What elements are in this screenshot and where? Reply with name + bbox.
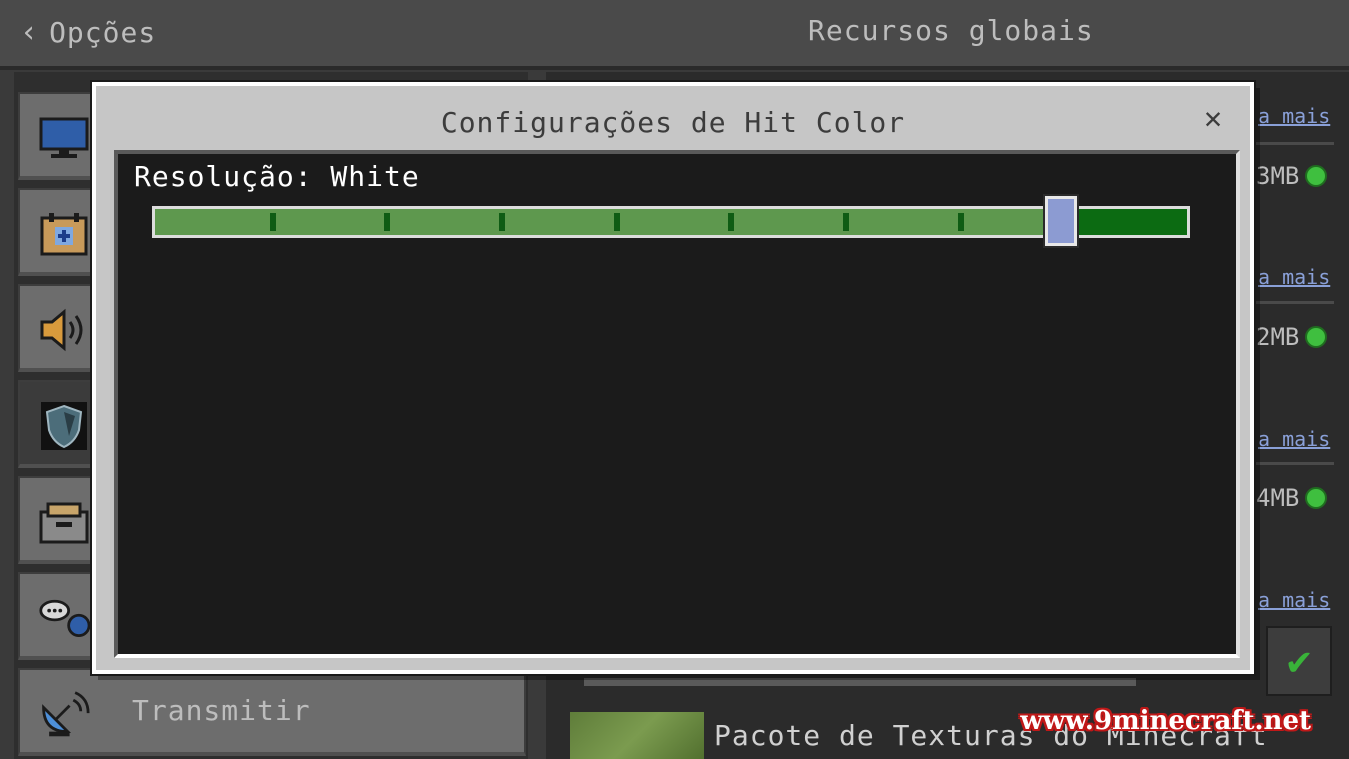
- see-more-link[interactable]: a mais: [1258, 104, 1330, 128]
- speaker-icon: [38, 308, 90, 352]
- slider-tick: [270, 213, 276, 231]
- sidebar-item-broadcast[interactable]: Transmitir: [18, 668, 526, 756]
- calendar-plus-icon: [38, 212, 90, 256]
- dialog-body: Resolução: White: [114, 150, 1240, 658]
- resolution-slider[interactable]: [152, 194, 1190, 248]
- slider-tick: [384, 213, 390, 231]
- chat-globe-icon: [38, 596, 90, 640]
- sidebar-item-label: Transmitir: [132, 694, 311, 727]
- back-button[interactable]: ‹ Opções: [20, 14, 156, 50]
- divider: [1256, 142, 1334, 145]
- status-dot-icon: [1305, 165, 1328, 187]
- slider-tick: [614, 213, 620, 231]
- slider-tick: [843, 213, 849, 231]
- slider-tick: [728, 213, 734, 231]
- slider-tick: [499, 213, 505, 231]
- hit-color-settings-dialog: Configurações de Hit Color ✕ Resolução: …: [92, 82, 1254, 674]
- folder-icon: [38, 500, 90, 544]
- see-more-link[interactable]: a mais: [1258, 427, 1330, 451]
- divider: [1256, 301, 1334, 304]
- pack-size-row: 4MB: [1256, 484, 1328, 512]
- dialog-title: Configurações de Hit Color: [440, 106, 906, 139]
- monitor-icon: [38, 116, 90, 160]
- back-label: Opções: [49, 15, 157, 49]
- pack-size: 3MB: [1256, 162, 1300, 190]
- chevron-left-icon: ‹: [20, 14, 40, 50]
- pack-size-row: 2MB: [1256, 323, 1328, 351]
- pack-active-checkbox[interactable]: ✔: [1266, 626, 1332, 696]
- divider: [1256, 462, 1334, 465]
- resolution-slider-label: Resolução: White: [134, 160, 420, 193]
- satellite-dish-icon: [38, 691, 90, 737]
- slider-fill: [155, 209, 1061, 235]
- slider-thumb[interactable]: [1043, 194, 1079, 248]
- status-dot-icon: [1305, 326, 1328, 348]
- pack-size-row: 3MB: [1256, 162, 1328, 190]
- pack-thumbnail: [570, 712, 704, 759]
- horizontal-scrollbar[interactable]: [584, 678, 1136, 686]
- see-more-link[interactable]: a mais: [1258, 588, 1330, 612]
- checkmark-icon: ✔: [1286, 638, 1312, 684]
- screen-title: Recursos globais: [808, 14, 1094, 47]
- see-more-link[interactable]: a mais: [1258, 265, 1330, 289]
- watermark: www.9minecraft.net: [1020, 706, 1311, 736]
- shield-icon: [38, 402, 90, 450]
- pack-size: 4MB: [1256, 484, 1300, 512]
- close-icon[interactable]: ✕: [1198, 104, 1228, 134]
- top-bar: ‹ Opções Recursos globais: [0, 0, 1349, 70]
- status-dot-icon: [1305, 487, 1328, 509]
- pack-size: 2MB: [1256, 323, 1300, 351]
- slider-tick: [958, 213, 964, 231]
